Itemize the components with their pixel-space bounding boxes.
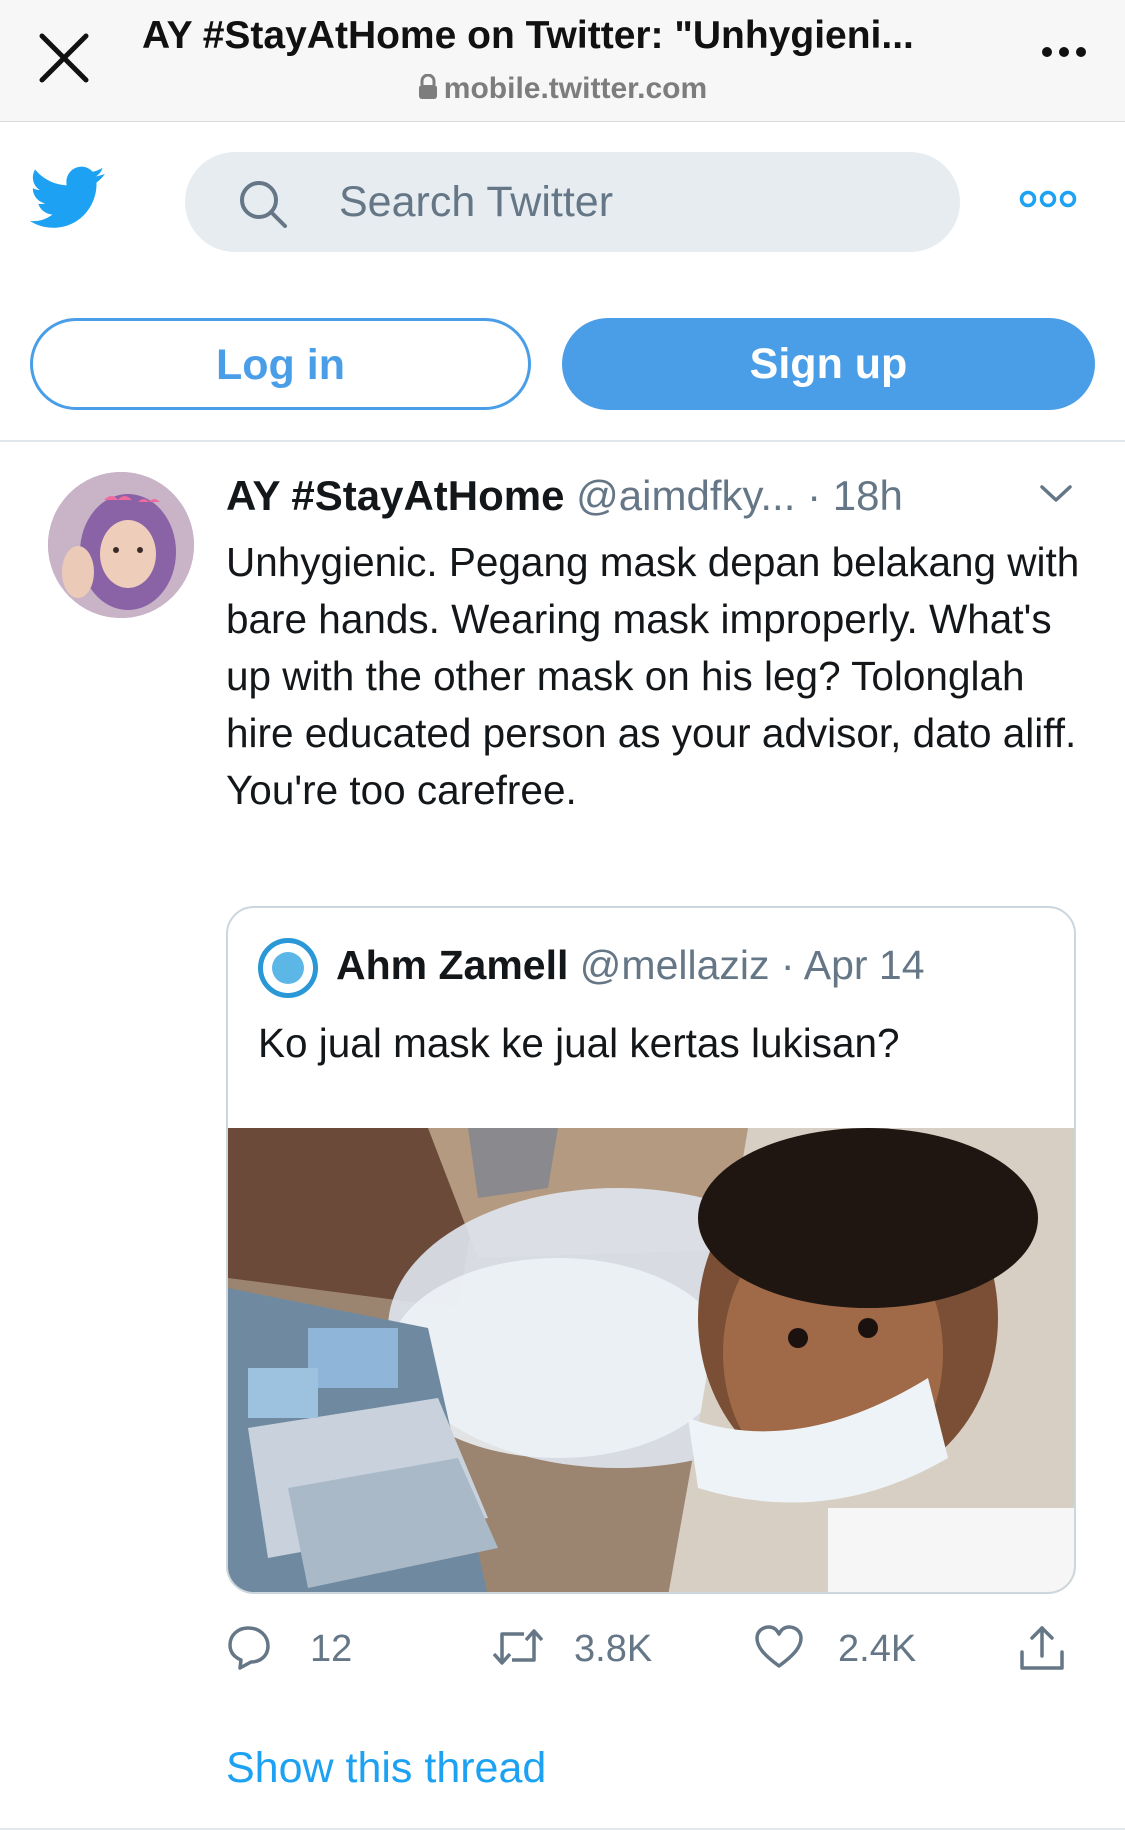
quote-author-name: Ahm Zamell xyxy=(336,942,569,988)
heart-icon xyxy=(755,1625,803,1668)
quote-avatar[interactable] xyxy=(258,938,318,998)
avatar-image xyxy=(48,472,194,618)
page-title: AY #StayAtHome on Twitter: "Unhygieni... xyxy=(142,14,914,57)
search-input[interactable]: Search Twitter xyxy=(185,152,960,252)
signup-button[interactable]: Sign up xyxy=(562,318,1095,410)
retweet-count: 3.8K xyxy=(574,1628,653,1670)
twitter-logo-icon[interactable] xyxy=(30,166,106,230)
tweet-actions: 12 3.8K 2.4K xyxy=(226,1614,1096,1684)
quote-text: Ko jual mask ke jual kertas lukisan? xyxy=(258,1020,900,1066)
browser-toolbar: AY #StayAtHome on Twitter: "Unhygieni...… xyxy=(0,0,1125,122)
more-options-icon[interactable] xyxy=(1019,190,1077,208)
retweet-icon xyxy=(492,1629,544,1665)
author-name[interactable]: AY #StayAtHome xyxy=(226,472,564,519)
tweet-text: Unhygienic. Pegang mask depan belakang w… xyxy=(226,539,1080,813)
reply-icon xyxy=(228,1626,270,1670)
url-text: mobile.twitter.com xyxy=(443,72,708,105)
show-thread-link[interactable]: Show this thread xyxy=(226,1744,546,1793)
chevron-down-icon[interactable] xyxy=(1039,484,1073,504)
more-icon[interactable] xyxy=(1041,42,1087,62)
login-button[interactable]: Log in xyxy=(30,318,531,410)
quote-tweet[interactable]: Ahm Zamell @mellaziz · Apr 14 Ko jual ma… xyxy=(226,906,1076,1594)
avatar[interactable] xyxy=(48,472,194,618)
like-count: 2.4K xyxy=(838,1628,917,1670)
quote-date: Apr 14 xyxy=(803,942,925,988)
tweet-time[interactable]: 18h xyxy=(833,472,903,519)
search-placeholder: Search Twitter xyxy=(339,178,614,226)
quote-media-image[interactable] xyxy=(228,1128,1076,1594)
reply-count: 12 xyxy=(310,1628,353,1670)
lock-icon xyxy=(418,74,437,99)
author-handle[interactable]: @aimdfky... xyxy=(576,472,795,519)
quote-header: Ahm Zamell @mellaziz · Apr 14 xyxy=(336,942,925,989)
page-url[interactable]: mobile.twitter.com xyxy=(0,72,1125,106)
search-icon xyxy=(240,181,287,228)
quote-separator-dot: · xyxy=(780,942,795,988)
twitter-header: Search Twitter Log in Sign up xyxy=(0,122,1125,442)
separator-dot: · xyxy=(807,472,822,519)
share-icon xyxy=(1020,1626,1064,1670)
tweet-header: AY #StayAtHome @aimdfky... · 18h xyxy=(226,472,1046,520)
quote-author-handle: @mellaziz xyxy=(579,942,770,988)
